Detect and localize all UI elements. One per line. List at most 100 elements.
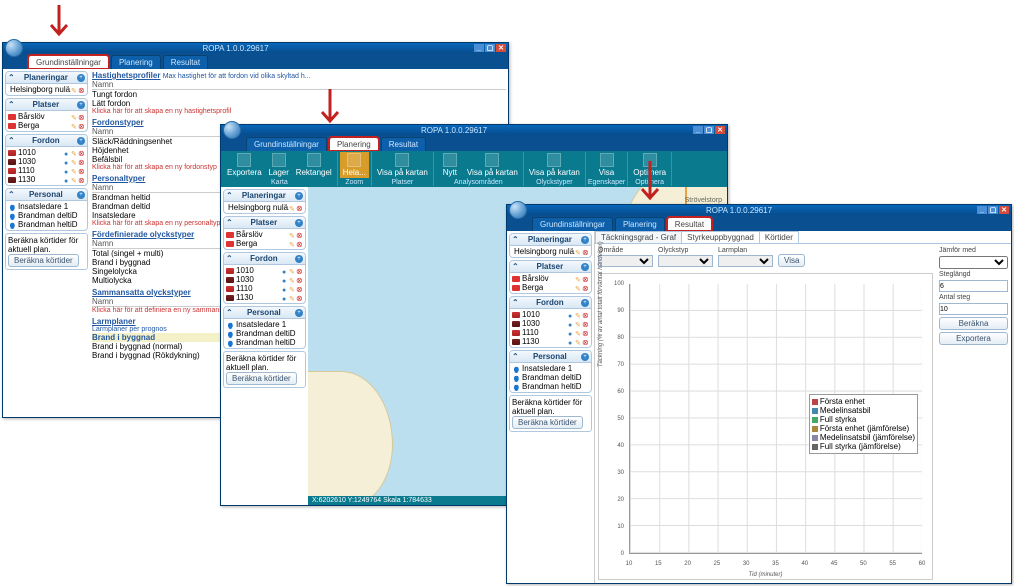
add-icon[interactable]: +: [581, 263, 589, 271]
subtab-tackningsgrad[interactable]: Täckningsgrad - Graf: [595, 231, 682, 243]
calculate-button[interactable]: Beräkna körtider: [8, 254, 79, 267]
ribbon-visa-olycks[interactable]: Visa på kartan: [526, 152, 583, 178]
detail-row[interactable]: Släck/Räddningsenhet: [92, 137, 172, 146]
personal-item[interactable]: Insatsledare 1: [18, 202, 68, 211]
place-item[interactable]: Berga: [236, 239, 257, 248]
calculate-button[interactable]: Beräkna körtider: [512, 416, 583, 429]
minimize-button[interactable]: _: [474, 44, 484, 52]
personal-item[interactable]: Insatsledare 1: [522, 364, 572, 373]
collapse-icon[interactable]: ⌃: [8, 73, 15, 82]
ribbon-nytt[interactable]: Nytt: [436, 152, 464, 178]
detail-row[interactable]: Lätt fordon: [92, 99, 506, 108]
vehicle-item[interactable]: 1130: [236, 293, 253, 302]
place-item[interactable]: Bårslöv: [236, 230, 263, 239]
tab-grundinstallningar[interactable]: Grundinställningar: [246, 137, 327, 151]
maximize-button[interactable]: ▢: [485, 44, 495, 52]
personal-item[interactable]: Brandman heltiD: [236, 338, 296, 347]
plan-item[interactable]: Helsingborg nulä...: [228, 203, 289, 212]
tab-planering[interactable]: Planering: [329, 137, 379, 151]
visa-button[interactable]: Visa: [778, 254, 805, 267]
delete-icon[interactable]: [78, 86, 85, 93]
tab-resultat[interactable]: Resultat: [163, 55, 208, 69]
add-icon[interactable]: +: [295, 309, 303, 317]
place-item[interactable]: Bårslöv: [18, 112, 45, 121]
minimize-button[interactable]: _: [693, 126, 703, 134]
subtab-kortider[interactable]: Körtider: [759, 231, 799, 243]
edit-icon[interactable]: [71, 113, 78, 120]
select-olyckstyp[interactable]: [658, 255, 713, 267]
place-item[interactable]: Berga: [18, 121, 39, 130]
detail-row[interactable]: Befälsbil: [92, 155, 122, 164]
plan-item[interactable]: Helsingborg nulä...: [10, 85, 71, 94]
edit-icon[interactable]: [71, 158, 78, 165]
vehicle-item[interactable]: 1010: [522, 310, 540, 319]
detail-row[interactable]: Höjdenhet: [92, 146, 128, 155]
app-orb[interactable]: [509, 201, 527, 219]
add-icon[interactable]: +: [295, 255, 303, 263]
input-steglangd[interactable]: [939, 280, 1008, 292]
add-icon[interactable]: +: [77, 101, 85, 109]
vehicle-item[interactable]: 1110: [522, 328, 539, 337]
personal-item[interactable]: Insatsledare 1: [236, 320, 286, 329]
tab-grundinstallningar[interactable]: Grundinställningar: [532, 217, 613, 231]
delete-icon[interactable]: [78, 158, 85, 165]
vehicle-item[interactable]: 1010: [18, 148, 36, 157]
dot-icon[interactable]: [64, 167, 71, 174]
ribbon-visa-egenskaper[interactable]: Visa: [593, 152, 621, 178]
tab-planering[interactable]: Planering: [111, 55, 161, 69]
collapse-icon[interactable]: ⌃: [8, 100, 15, 109]
personal-item[interactable]: Brandman heltiD: [522, 382, 582, 391]
add-icon[interactable]: +: [77, 191, 85, 199]
vehicle-item[interactable]: 1030: [18, 157, 36, 166]
vehicle-item[interactable]: 1110: [18, 166, 35, 175]
tab-grundinstallningar[interactable]: Grundinställningar: [28, 55, 109, 69]
dot-icon[interactable]: [64, 149, 71, 156]
vehicle-item[interactable]: 1130: [522, 337, 539, 346]
edit-icon[interactable]: [289, 204, 296, 211]
delete-icon[interactable]: [78, 176, 85, 183]
edit-icon[interactable]: [71, 122, 78, 129]
ribbon-zoom-hela[interactable]: Hela...: [340, 152, 369, 178]
ribbon-visa-analys[interactable]: Visa på kartan: [464, 152, 521, 178]
berakna-button[interactable]: Beräkna: [939, 317, 1008, 330]
collapse-icon[interactable]: ⌃: [8, 190, 15, 199]
close-button[interactable]: ✕: [715, 126, 725, 134]
minimize-button[interactable]: _: [977, 206, 987, 214]
place-item[interactable]: Bårslöv: [522, 274, 549, 283]
delete-icon[interactable]: [78, 149, 85, 156]
add-icon[interactable]: +: [77, 137, 85, 145]
add-icon[interactable]: +: [295, 219, 303, 227]
personal-item[interactable]: Brandman heltiD: [18, 220, 78, 229]
select-omrade[interactable]: [598, 255, 653, 267]
select-larmplan[interactable]: [718, 255, 773, 267]
vehicle-item[interactable]: 1030: [236, 275, 254, 284]
calculate-button[interactable]: Beräkna körtider: [226, 372, 297, 385]
app-orb[interactable]: [223, 121, 241, 139]
add-icon[interactable]: +: [581, 353, 589, 361]
close-button[interactable]: ✕: [999, 206, 1009, 214]
add-icon[interactable]: +: [295, 192, 303, 200]
personal-item[interactable]: Brandman deltiD: [522, 373, 582, 382]
ribbon-lager[interactable]: Lager: [265, 152, 293, 178]
maximize-button[interactable]: ▢: [988, 206, 998, 214]
dot-icon[interactable]: [64, 176, 71, 183]
tab-resultat[interactable]: Resultat: [381, 137, 426, 151]
ribbon-visa-platser[interactable]: Visa på kartan: [374, 152, 431, 178]
delete-icon[interactable]: [296, 240, 303, 247]
select-jamforemed[interactable]: [939, 256, 1008, 269]
add-icon[interactable]: +: [581, 236, 589, 244]
ribbon-exportera[interactable]: Exportera: [224, 152, 265, 178]
collapse-icon[interactable]: ⌃: [8, 136, 15, 145]
delete-icon[interactable]: [78, 167, 85, 174]
subtab-styrkeuppbyggnad[interactable]: Styrkeuppbyggnad: [681, 231, 760, 243]
vehicle-item[interactable]: 1010: [236, 266, 254, 275]
close-button[interactable]: ✕: [496, 44, 506, 52]
tab-resultat[interactable]: Resultat: [667, 217, 712, 231]
place-item[interactable]: Berga: [522, 283, 543, 292]
app-orb[interactable]: [5, 39, 23, 57]
add-icon[interactable]: +: [581, 299, 589, 307]
delete-icon[interactable]: [78, 113, 85, 120]
add-icon[interactable]: +: [77, 74, 85, 82]
edit-icon[interactable]: [289, 231, 296, 238]
maximize-button[interactable]: ▢: [704, 126, 714, 134]
